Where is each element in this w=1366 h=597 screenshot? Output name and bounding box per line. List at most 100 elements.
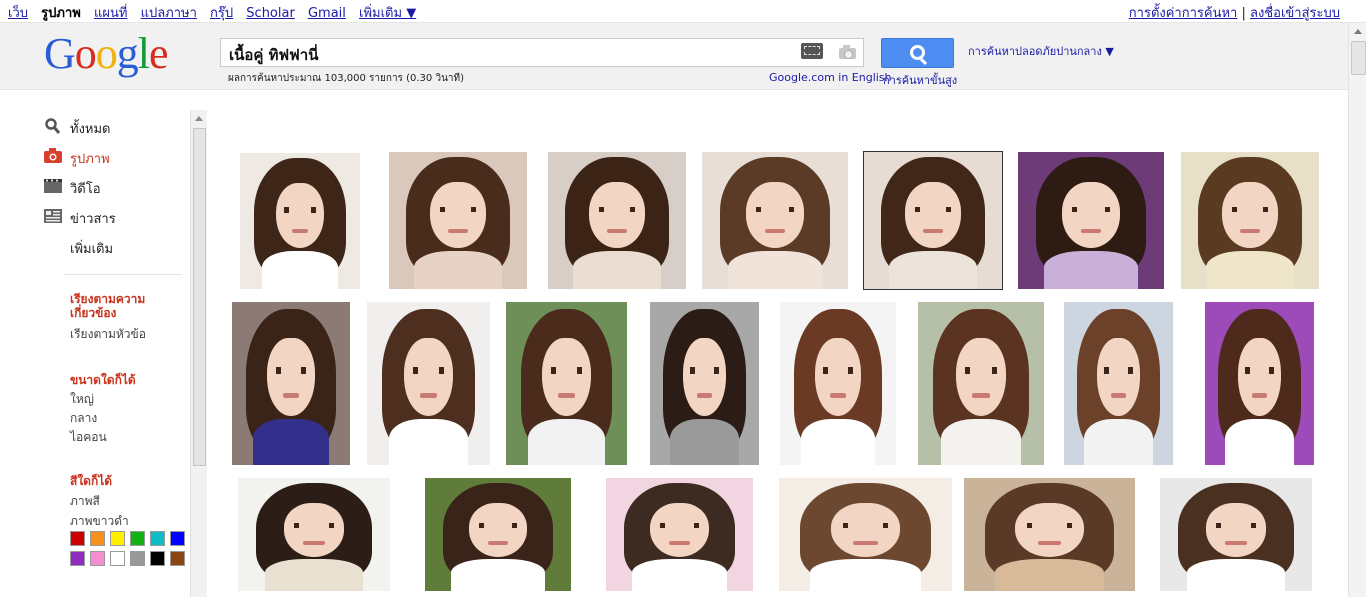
scrollbar-thumb[interactable] — [193, 128, 206, 466]
top-nav-maps[interactable]: แผนที่ — [94, 6, 127, 21]
color-swatch[interactable] — [110, 551, 125, 566]
top-nav-groups[interactable]: กรุ๊ป — [210, 6, 233, 21]
sidebar-scrollbar[interactable] — [190, 110, 207, 597]
color-swatch[interactable] — [130, 531, 145, 546]
photo-body — [413, 250, 503, 289]
image-result-thumbnail[interactable] — [1018, 152, 1164, 289]
search-input[interactable]: เนื้อคู่ ทิฟฟานี่ — [220, 38, 864, 67]
any-color-heading[interactable]: สีใดก็ได้ — [70, 474, 112, 488]
image-result-thumbnail[interactable] — [367, 302, 490, 465]
photo-eyes — [294, 523, 334, 528]
image-result-thumbnail[interactable] — [606, 478, 753, 591]
page-scrollbar[interactable] — [1348, 23, 1366, 597]
image-result-thumbnail[interactable] — [780, 302, 896, 465]
color-swatch[interactable] — [110, 531, 125, 546]
size-medium[interactable]: กลาง — [70, 409, 97, 428]
mode-videos[interactable]: วิดีโอ — [70, 178, 101, 199]
mode-news[interactable]: ข่าวสาร — [70, 208, 116, 229]
color-swatch[interactable] — [90, 531, 105, 546]
sort-relevance-heading[interactable]: เรียงตามความ เกี่ยวข้อง — [70, 292, 166, 320]
camera-search-icon[interactable] — [837, 43, 859, 60]
photo-face — [955, 337, 1007, 417]
color-swatch[interactable] — [170, 551, 185, 566]
photo-mouth — [1251, 393, 1268, 399]
image-result-thumbnail[interactable] — [506, 302, 627, 465]
top-nav-images[interactable]: รูปภาพ — [41, 6, 81, 21]
top-nav-links: เว็บ รูปภาพ แผนที่ แปลภาษา กรุ๊ป Scholar… — [8, 2, 425, 23]
image-result-thumbnail[interactable] — [1064, 302, 1173, 465]
top-nav-scholar[interactable]: Scholar — [246, 6, 295, 21]
search-icon — [910, 45, 925, 60]
image-result-thumbnail[interactable] — [650, 302, 759, 465]
sign-in-link[interactable]: ลงชื่อเข้าสู่ระบบ — [1250, 6, 1340, 21]
image-result-thumbnail[interactable] — [863, 151, 1003, 290]
photo-face — [1237, 337, 1282, 417]
film-icon — [44, 179, 62, 193]
image-result-thumbnail[interactable] — [425, 478, 571, 591]
keyboard-icon[interactable] — [801, 43, 823, 59]
photo-mouth — [487, 541, 509, 545]
photo-eyes — [1232, 206, 1268, 213]
color-black-white[interactable]: ภาพขาวดำ — [70, 512, 129, 531]
color-swatch[interactable] — [170, 531, 185, 546]
scroll-up-arrow-icon[interactable] — [1354, 29, 1362, 34]
color-swatch[interactable] — [130, 551, 145, 566]
english-link[interactable]: Google.com in English — [769, 71, 892, 84]
search-settings-link[interactable]: การตั้งค่าการค้นหา — [1129, 6, 1238, 21]
image-result-thumbnail[interactable] — [1160, 478, 1312, 591]
color-full[interactable]: ภาพสี — [70, 492, 100, 511]
image-result-thumbnail[interactable] — [240, 153, 360, 289]
image-result-thumbnail[interactable] — [779, 478, 952, 591]
advanced-search-link[interactable]: การค้นหาขั้นสูง — [883, 71, 957, 89]
color-swatch[interactable] — [90, 551, 105, 566]
photo-face — [1205, 502, 1267, 558]
scrollbar-thumb[interactable] — [1351, 41, 1366, 75]
photo-mouth — [829, 393, 847, 399]
top-nav-web[interactable]: เว็บ — [8, 6, 28, 21]
logo-letter: G — [44, 29, 76, 78]
image-result-thumbnail[interactable] — [1205, 302, 1314, 465]
photo-mouth — [607, 228, 627, 233]
photo-mouth — [1080, 228, 1102, 233]
color-swatch[interactable] — [150, 551, 165, 566]
photo-mouth — [558, 393, 575, 399]
top-nav-translate[interactable]: แปลภาษา — [141, 6, 197, 21]
photo-mouth — [419, 393, 438, 399]
photo-eyes — [964, 367, 998, 374]
top-navigation-bar: เว็บ รูปภาพ แผนที่ แปลภาษา กรุ๊ป Scholar… — [0, 0, 1366, 23]
image-result-thumbnail[interactable] — [918, 302, 1044, 465]
size-icon[interactable]: ไอคอน — [70, 428, 107, 447]
image-result-thumbnail[interactable] — [389, 152, 527, 289]
color-swatch[interactable] — [150, 531, 165, 546]
mode-all[interactable]: ทั้งหมด — [70, 118, 111, 139]
photo-mouth — [923, 228, 943, 233]
image-result-thumbnail[interactable] — [964, 478, 1135, 591]
sort-by-subject[interactable]: เรียงตามหัวข้อ — [70, 325, 146, 344]
photo-body — [1224, 419, 1295, 465]
any-size-heading[interactable]: ขนาดใดก็ได้ — [70, 373, 136, 387]
search-query-text[interactable]: เนื้อคู่ ทิฟฟานี่ — [229, 43, 318, 67]
photo-body — [1205, 250, 1295, 289]
photo-mouth — [1240, 228, 1260, 233]
color-swatch[interactable] — [70, 531, 85, 546]
logo-letter: e — [149, 29, 169, 78]
photo-eyes — [915, 206, 951, 213]
google-logo[interactable]: Google — [44, 29, 169, 78]
size-large[interactable]: ใหญ่ — [70, 390, 94, 409]
photo-mouth — [696, 393, 713, 399]
image-result-thumbnail[interactable] — [702, 152, 848, 289]
mode-more[interactable]: เพิ่มเติม — [70, 238, 113, 259]
top-nav-gmail[interactable]: Gmail — [308, 6, 346, 21]
image-result-thumbnail[interactable] — [1181, 152, 1319, 289]
photo-eyes — [599, 206, 635, 213]
scroll-up-arrow-icon[interactable] — [195, 116, 203, 121]
mode-images[interactable]: รูปภาพ — [70, 148, 110, 169]
image-result-thumbnail[interactable] — [238, 478, 390, 591]
left-sidebar: ทั้งหมด รูปภาพ วิดีโอ ข่าวสาร เพิ่มเติม … — [0, 110, 190, 597]
search-button[interactable] — [881, 38, 954, 68]
color-swatch[interactable] — [70, 551, 85, 566]
top-nav-more[interactable]: เพิ่มเติม ▼ — [359, 6, 416, 21]
image-result-thumbnail[interactable] — [232, 302, 350, 465]
safe-search-dropdown[interactable]: การค้นหาปลอดภัยปานกลาง ▼ — [968, 42, 1114, 60]
image-result-thumbnail[interactable] — [548, 152, 686, 289]
